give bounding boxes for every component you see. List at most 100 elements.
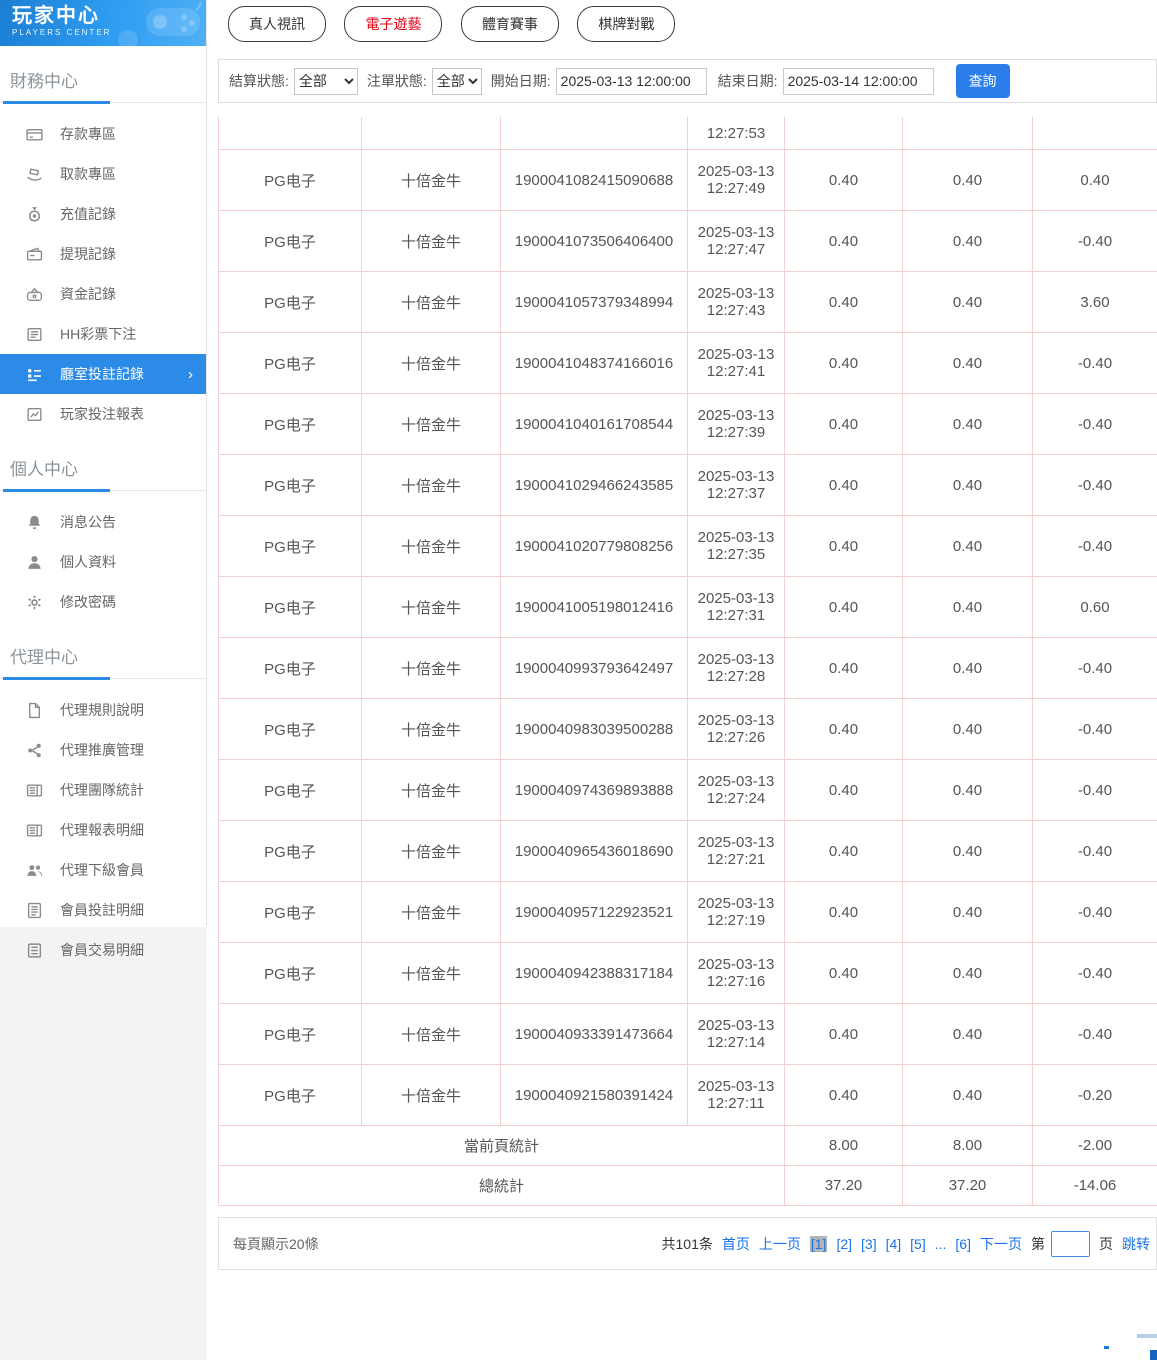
next-page-link[interactable]: 下一页 (980, 1234, 1022, 1254)
cell-order-no: 1900040921580391424 (501, 1065, 688, 1126)
sidebar-item-room-bet-records[interactable]: 廳室投註記錄 › (0, 354, 206, 394)
tab-board-games[interactable]: 棋牌對戰 (577, 6, 675, 42)
sidebar-item-profile[interactable]: 個人資料 (0, 542, 206, 582)
jump-page-input[interactable] (1051, 1231, 1090, 1257)
sidebar-item-member-bet-detail[interactable]: 會員投註明細 (0, 890, 206, 930)
sidebar-item-label: 代理規則說明 (60, 700, 144, 720)
jump-button[interactable]: 跳转 (1122, 1234, 1150, 1254)
sidebar-item-label: 會員交易明細 (60, 940, 144, 960)
sidebar-item-funds-records[interactable]: 資金記錄 (0, 274, 206, 314)
page-link-2[interactable]: [2] (836, 1236, 852, 1252)
jump-label-after: 页 (1099, 1234, 1113, 1254)
prev-page-link[interactable]: 上一页 (759, 1234, 801, 1254)
sidebar-item-deposit[interactable]: 存款專區 (0, 114, 206, 154)
cell-valid-amount: 0.40 (903, 699, 1033, 760)
page-link-1[interactable]: [1] (810, 1236, 828, 1252)
sidebar-section-agent-title: 代理中心 (0, 635, 206, 679)
cell-order-no: 1900040957122923521 (501, 882, 688, 943)
pagination-controls: 共101条 首页 上一页 [1] [2] [3] [4] [5] ... [6]… (653, 1231, 1151, 1257)
cell-order-no: 1900040933391473664 (501, 1004, 688, 1065)
cell-time: 12:27:53 (688, 117, 785, 150)
recharge-bag-icon (26, 206, 43, 223)
start-date-label: 開始日期: (491, 71, 551, 91)
members-icon (26, 862, 43, 879)
cell-order-no: 1900041057379348994 (501, 272, 688, 333)
table-row: PG电子 十倍金牛 1900040965436018690 2025-03-13… (219, 821, 1157, 882)
cell-vendor: PG电子 (219, 943, 362, 1004)
sidebar-item-label: 會員投註明細 (60, 900, 144, 920)
sidebar-item-announcements[interactable]: 消息公告 (0, 502, 206, 542)
cell-game (362, 117, 501, 150)
sidebar-item-label: 個人資料 (60, 552, 116, 572)
cell-game: 十倍金牛 (362, 882, 501, 943)
bet-records-table: 12:27:53 PG电子 十倍金牛 1900041082415090688 2… (218, 117, 1157, 1206)
page-link-6[interactable]: [6] (955, 1236, 971, 1252)
cell-game: 十倍金牛 (362, 211, 501, 272)
cell-order-no: 1900041082415090688 (501, 150, 688, 211)
withdraw-hand-icon (26, 166, 43, 183)
sidebar-item-agent-promotion[interactable]: 代理推廣管理 (0, 730, 206, 770)
cell-win-loss: -0.20 (1033, 1065, 1157, 1126)
table-row: PG电子 十倍金牛 1900040983039500288 2025-03-13… (219, 699, 1157, 760)
sidebar-item-label: 修改密碼 (60, 592, 116, 612)
sidebar-item-label: 消息公告 (60, 512, 116, 532)
sidebar-item-withdraw[interactable]: 取款專區 (0, 154, 206, 194)
order-status-select[interactable]: 全部 (432, 68, 482, 95)
sidebar-item-member-trade-detail[interactable]: 會員交易明細 (0, 930, 206, 970)
cell-game: 十倍金牛 (362, 272, 501, 333)
page-ellipsis: ... (935, 1236, 947, 1252)
sidebar-item-change-password[interactable]: 修改密碼 (0, 582, 206, 622)
cell-valid-amount: 0.40 (903, 882, 1033, 943)
sidebar-item-agent-report-detail[interactable]: 代理報表明細 (0, 810, 206, 850)
sidebar-item-player-bet-report[interactable]: 玩家投注報表 (0, 394, 206, 434)
cell-valid-amount: 0.40 (903, 394, 1033, 455)
tab-sports[interactable]: 體育賽事 (461, 6, 559, 42)
cell-win-loss: -0.40 (1033, 882, 1157, 943)
table-row: PG电子 十倍金牛 1900041073506406400 2025-03-13… (219, 211, 1157, 272)
cell-game: 十倍金牛 (362, 638, 501, 699)
page-link-5[interactable]: [5] (910, 1236, 926, 1252)
cell-win-loss: -0.40 (1033, 211, 1157, 272)
total-count: 共101条 (662, 1234, 713, 1254)
cell-win-loss (1033, 117, 1157, 150)
page-link-3[interactable]: [3] (861, 1236, 877, 1252)
table-row: PG电子 十倍金牛 1900040921580391424 2025-03-13… (219, 1065, 1157, 1126)
first-page-link[interactable]: 首页 (722, 1234, 750, 1254)
cell-bet-amount: 0.40 (785, 882, 903, 943)
tab-live-video[interactable]: 真人視訊 (228, 6, 326, 42)
cell-game: 十倍金牛 (362, 333, 501, 394)
tab-electronic-games[interactable]: 電子遊藝 (344, 6, 442, 42)
sidebar-item-agent-team-stats[interactable]: 代理團隊統計 (0, 770, 206, 810)
end-date-input[interactable] (783, 68, 934, 95)
cell-game: 十倍金牛 (362, 1004, 501, 1065)
cell-order-no: 1900040974369893888 (501, 760, 688, 821)
search-button[interactable]: 查詢 (956, 64, 1010, 98)
sidebar-item-agent-rules[interactable]: 代理規則說明 (0, 690, 206, 730)
sidebar-item-hh-lottery[interactable]: HH彩票下注 (0, 314, 206, 354)
order-status-label: 注單狀態: (367, 71, 427, 91)
settle-status-select[interactable]: 全部 (294, 68, 358, 95)
sidebar-item-label: 存款專區 (60, 124, 116, 144)
sidebar-item-label: 資金記錄 (60, 284, 116, 304)
table-row: PG电子 十倍金牛 1900040993793642497 2025-03-13… (219, 638, 1157, 699)
list-page-icon (26, 942, 43, 959)
cell-game: 十倍金牛 (362, 394, 501, 455)
sidebar-item-label: 廳室投註記錄 (60, 364, 144, 384)
finance-menu: 存款專區 取款專區 充值記錄 提現記錄 資金記錄 HH彩票下注 廳室投註記錄 › (0, 103, 206, 434)
cell-order-no: 1900041029466243585 (501, 455, 688, 516)
cell-time: 2025-03-1312:27:31 (688, 577, 785, 638)
sidebar-item-withdrawal-records[interactable]: 提現記錄 (0, 234, 206, 274)
cell-valid-amount: 0.40 (903, 943, 1033, 1004)
sidebar-item-agent-sub-members[interactable]: 代理下級會員 (0, 850, 206, 890)
cell-vendor (219, 117, 362, 150)
cell-win-loss: -0.40 (1033, 943, 1157, 1004)
cell-time: 2025-03-1312:27:41 (688, 333, 785, 394)
cell-bet-amount: 0.40 (785, 760, 903, 821)
sidebar-item-recharge-records[interactable]: 充值記錄 (0, 194, 206, 234)
chat-widget-fragment (1150, 1350, 1157, 1360)
cell-order-no: 1900040993793642497 (501, 638, 688, 699)
start-date-input[interactable] (556, 68, 707, 95)
page-link-4[interactable]: [4] (886, 1236, 902, 1252)
cell-valid-amount: 0.40 (903, 1065, 1033, 1126)
cell-win-loss: 0.60 (1033, 577, 1157, 638)
